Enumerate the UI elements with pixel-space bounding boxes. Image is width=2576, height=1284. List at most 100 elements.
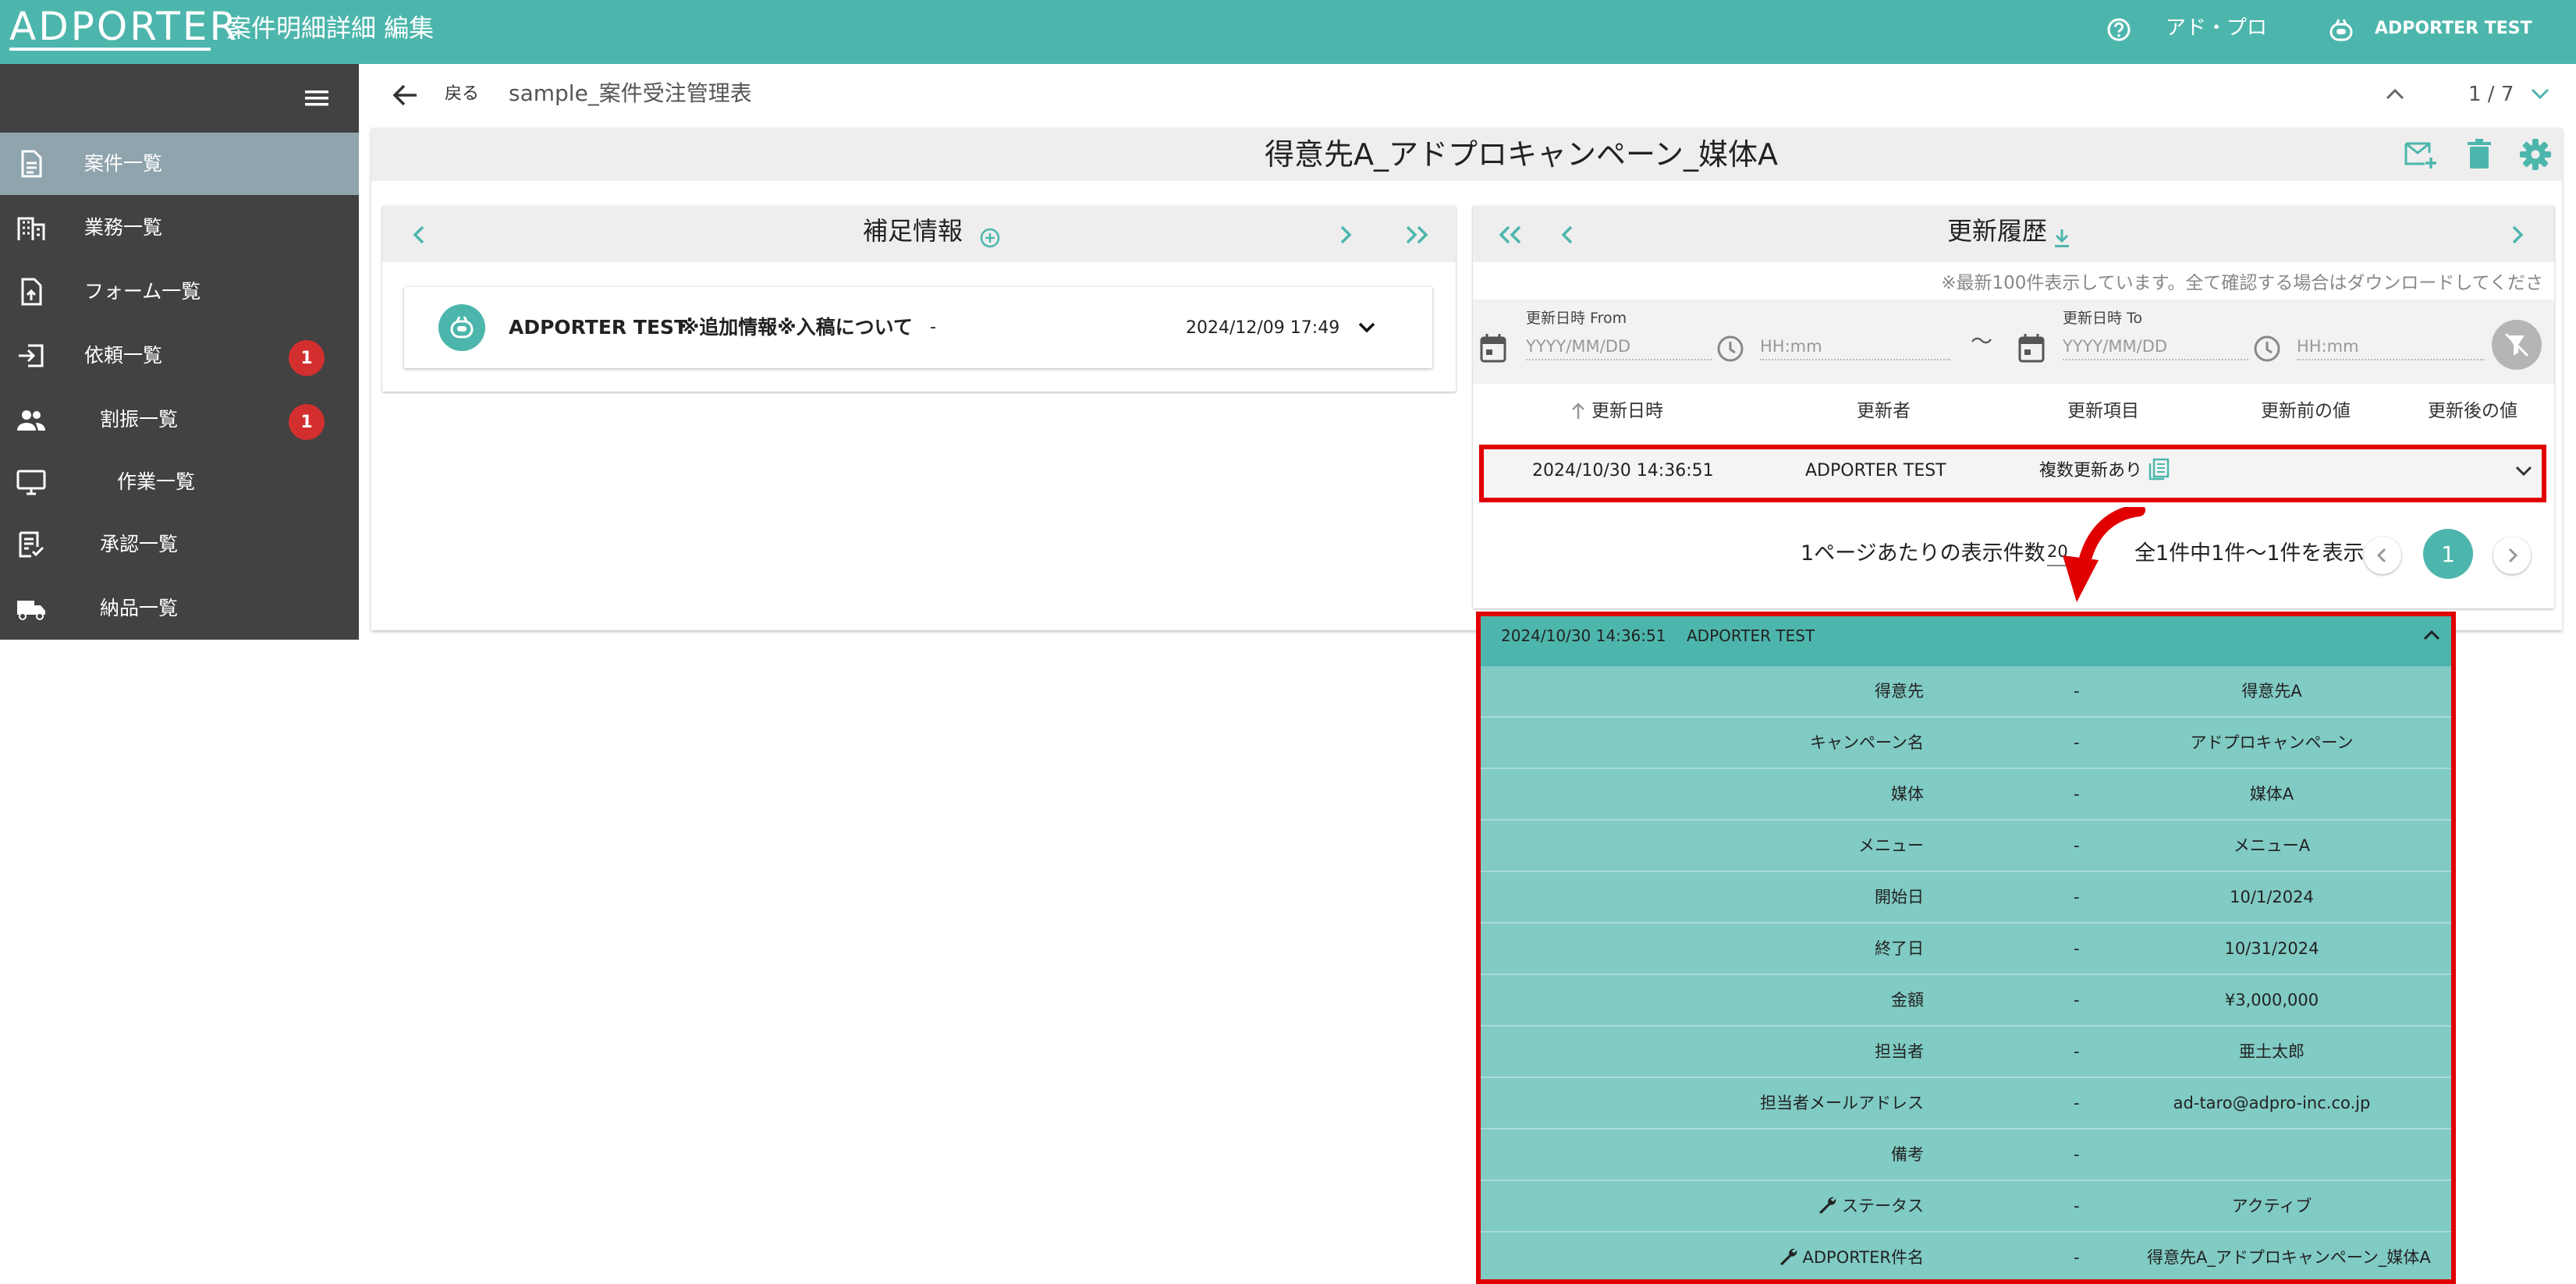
detail-field: 得意先	[1875, 682, 1924, 701]
calendar-icon[interactable]	[2017, 332, 2046, 364]
detail-new-value: 得意先A_アドプロキャンペーン_媒体A	[2147, 1248, 2431, 1267]
column-header-new-value[interactable]: 更新後の値	[2428, 398, 2517, 424]
detail-old-value: -	[2074, 1145, 2080, 1164]
detail-old-value: -	[2074, 1042, 2080, 1061]
detail-row: 担当者メールアドレス - ad-taro@adpro-inc.co.jp	[1481, 1078, 2451, 1130]
filter-from-label: 更新日時 From	[1526, 310, 1627, 327]
hamburger-menu-icon[interactable]	[301, 86, 332, 111]
help-icon[interactable]	[2106, 17, 2131, 42]
building-icon	[16, 214, 47, 242]
column-header-field[interactable]: 更新項目	[2067, 398, 2139, 424]
detail-row: 媒体 - 媒体A	[1481, 769, 2451, 821]
detail-new-value: メニューA	[2233, 836, 2311, 855]
chevron-left-icon[interactable]	[409, 222, 431, 248]
delete-icon[interactable]	[2465, 137, 2493, 172]
sidebar-item-forms[interactable]: フォーム一覧	[0, 261, 359, 323]
from-date-input[interactable]: YYYY/MM/DD	[1526, 334, 1712, 360]
range-separator: ～	[1971, 328, 1993, 354]
user-avatar-icon[interactable]	[2328, 17, 2354, 42]
sidebar-item-approvals[interactable]: 承認一覧	[0, 513, 359, 576]
detail-row: メニュー - メニューA	[1481, 821, 2451, 872]
sidebar-item-operations[interactable]: 業務一覧	[0, 197, 359, 259]
sidebar-item-deliveries[interactable]: 納品一覧	[0, 577, 359, 640]
sidebar-item-label: 案件一覧	[84, 152, 163, 175]
row-field: 複数更新あり	[2039, 461, 2143, 481]
double-chevron-right-icon[interactable]	[1401, 222, 1435, 248]
chevron-left-icon[interactable]	[1557, 222, 1579, 248]
back-link[interactable]: 戻る	[445, 81, 479, 108]
comment-subject: ※追加情報※入稿について	[680, 316, 913, 339]
pagination-next-button[interactable]	[2493, 537, 2531, 574]
document-icon	[16, 150, 47, 178]
detail-row: 金額 - ¥3,000,000	[1481, 975, 2451, 1027]
sidebar-item-requests[interactable]: 依頼一覧 1	[0, 325, 359, 387]
pagination-current-page[interactable]: 1	[2423, 529, 2473, 579]
to-time-input[interactable]: HH:mm	[2297, 334, 2484, 360]
notification-badge: 1	[289, 340, 325, 376]
column-header-updated-at[interactable]: 更新日時	[1591, 398, 1663, 424]
detail-row: キャンペーン名 - アドプロキャンペーン	[1481, 718, 2451, 769]
detail-new-value: アクティブ	[2231, 1197, 2312, 1215]
filter-to-label: 更新日時 To	[2063, 310, 2143, 327]
sidebar-item-label: フォーム一覧	[84, 280, 201, 303]
back-arrow-icon[interactable]	[390, 81, 420, 109]
column-header-old-value[interactable]: 更新前の値	[2261, 398, 2351, 424]
organization-name[interactable]: アド・プロ	[2166, 14, 2267, 42]
detail-old-value: -	[2074, 1248, 2080, 1267]
sidebar-item-assignments[interactable]: 割振一覧 1	[0, 388, 359, 451]
user-name[interactable]: ADPORTER TEST	[2375, 16, 2532, 42]
chevron-down-icon[interactable]	[2528, 83, 2553, 105]
sidebar-item-label: 作業一覧	[117, 470, 196, 493]
detail-field: 媒体	[1891, 785, 1924, 803]
detail-old-value: -	[2074, 939, 2080, 958]
sidebar-item-label: 納品一覧	[100, 597, 179, 619]
detail-old-value: -	[2074, 733, 2080, 752]
sidebar-item-label: 割振一覧	[100, 408, 179, 431]
mail-add-icon[interactable]	[2403, 139, 2439, 170]
app-logo[interactable]: ADPORTER	[9, 6, 239, 51]
add-circle-icon[interactable]	[978, 226, 1002, 250]
detail-old-value: -	[2074, 888, 2080, 906]
comment-separator: -	[930, 317, 936, 337]
detail-field-system: ADPORTER件名	[1778, 1245, 1924, 1270]
detail-row: 終了日 - 10/31/2024	[1481, 924, 2451, 975]
chevron-right-icon[interactable]	[2506, 222, 2528, 248]
monitor-icon	[16, 468, 47, 496]
clock-icon[interactable]	[2251, 334, 2283, 364]
calendar-icon[interactable]	[1479, 332, 1507, 364]
filter-clear-icon[interactable]	[2492, 320, 2542, 370]
chevron-down-icon[interactable]	[1354, 315, 1379, 340]
record-page-indicator: 1 / 7	[2468, 83, 2514, 106]
callout-arrow-icon	[2052, 507, 2145, 608]
download-icon[interactable]	[2052, 226, 2072, 250]
sidebar-item-cases[interactable]: 案件一覧	[0, 133, 359, 195]
form-icon	[16, 278, 47, 306]
detail-row: 開始日 - 10/1/2024	[1481, 872, 2451, 924]
chevron-right-icon[interactable]	[1334, 222, 1356, 248]
chevron-up-icon[interactable]	[2383, 83, 2407, 105]
detail-old-value: -	[2074, 836, 2080, 855]
detail-field: 担当者	[1875, 1042, 1924, 1061]
detail-new-value: 10/31/2024	[2224, 939, 2319, 958]
pagination-range: 全1件中1件～1件を表示	[2134, 541, 2365, 566]
wrench-icon	[1778, 1247, 1798, 1265]
detail-row: ステータス - アクティブ	[1481, 1181, 2451, 1233]
chevron-up-icon[interactable]	[2420, 624, 2443, 646]
people-icon	[16, 406, 47, 434]
detail-row: 担当者 - 亜土太郎	[1481, 1027, 2451, 1078]
double-chevron-left-icon[interactable]	[1492, 222, 1528, 248]
sidebar-item-tasks[interactable]: 作業一覧	[0, 451, 359, 513]
comment-date: 2024/12/09 17:49	[1186, 318, 1340, 338]
to-date-input[interactable]: YYYY/MM/DD	[2063, 334, 2248, 360]
pagination-prev-button[interactable]	[2364, 537, 2401, 574]
clock-icon[interactable]	[1715, 334, 1746, 364]
multiple-items-icon[interactable]	[2147, 457, 2170, 482]
detail-row: 備考 -	[1481, 1130, 2451, 1181]
detail-field: 終了日	[1875, 939, 1924, 958]
column-header-updated-by[interactable]: 更新者	[1857, 398, 1911, 424]
gear-icon[interactable]	[2518, 137, 2553, 172]
sort-arrow-icon[interactable]	[1570, 401, 1587, 421]
chevron-down-icon[interactable]	[2512, 460, 2535, 482]
detail-old-value: -	[2074, 991, 2080, 1009]
from-time-input[interactable]: HH:mm	[1760, 334, 1950, 360]
